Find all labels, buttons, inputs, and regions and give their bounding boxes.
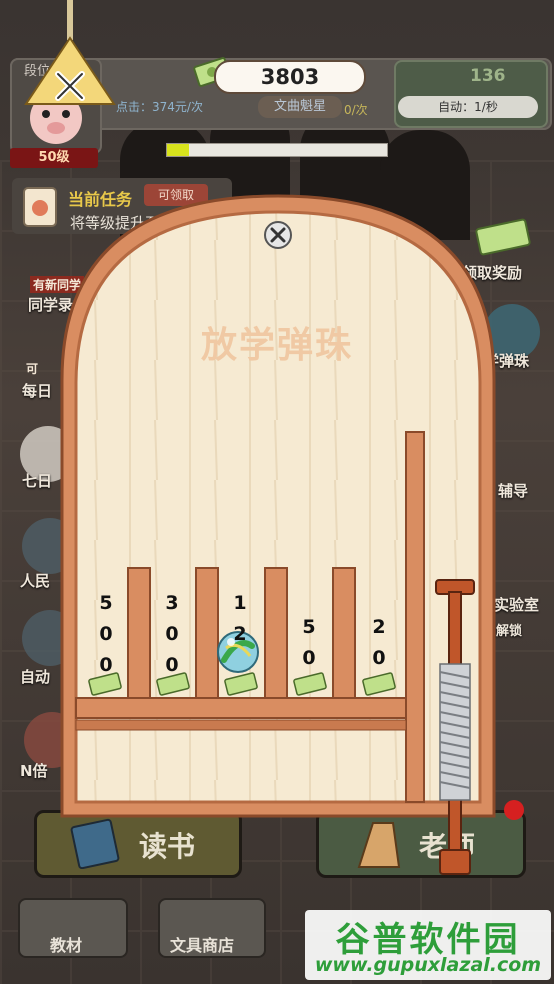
pinball-title: 放学弹珠 [200, 325, 353, 366]
slot-post [127, 567, 151, 701]
slot-post [332, 567, 356, 701]
close-icon[interactable] [264, 221, 292, 249]
slot-floor-base [75, 719, 407, 731]
slot-post [264, 567, 288, 701]
lane-wall [405, 431, 425, 803]
slot-score-500: 500 [99, 592, 113, 676]
slot-score-50: 50 [302, 616, 316, 669]
pinball-board [60, 194, 496, 875]
slot-floor [75, 697, 407, 719]
slot-score-300: 300 [165, 592, 179, 676]
slot-score-12: 12 [233, 592, 247, 645]
slot-score-20: 20 [372, 616, 386, 669]
watermark-url: www.gupuxlazal.com [314, 954, 542, 976]
slot-post [195, 567, 219, 701]
